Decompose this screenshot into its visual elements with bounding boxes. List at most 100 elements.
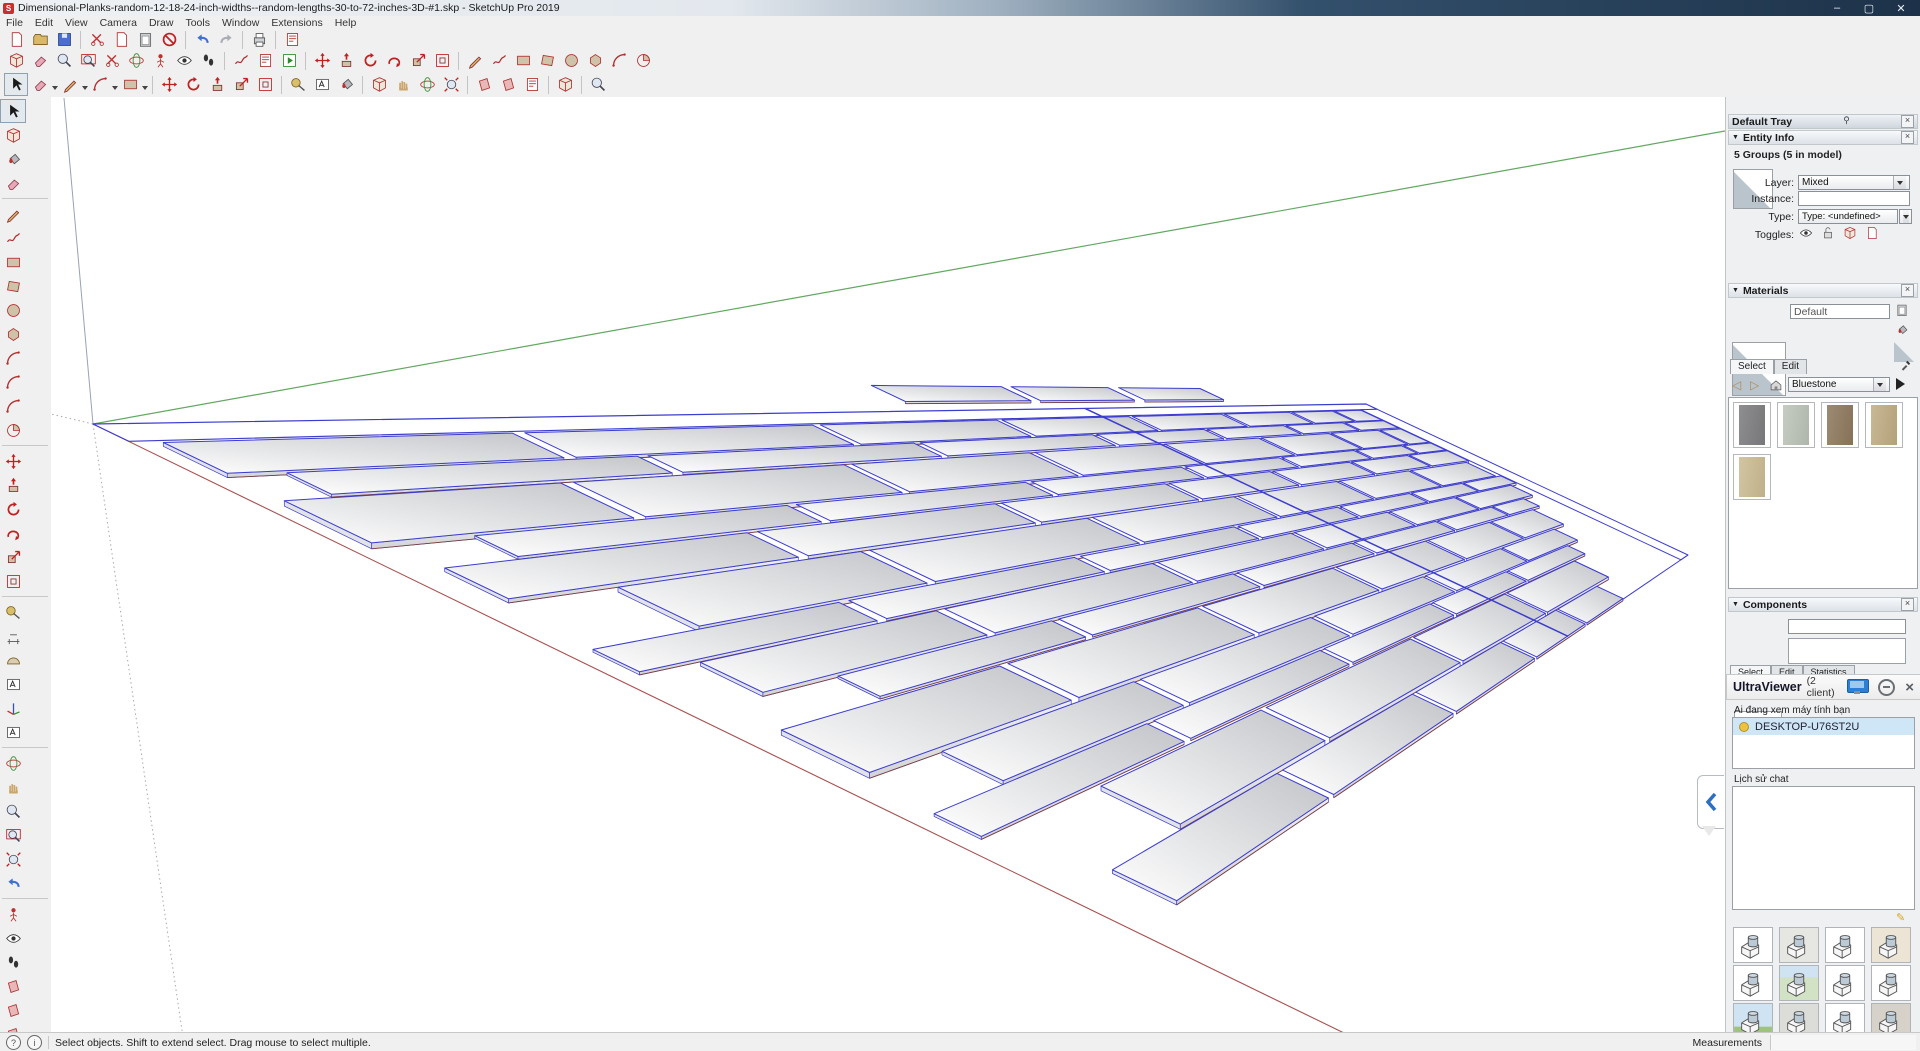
- type-dropdown-button[interactable]: [1899, 209, 1912, 224]
- rectangle-icon[interactable]: [511, 49, 535, 72]
- tape-measure-icon[interactable]: [0, 600, 26, 624]
- paste-icon[interactable]: [133, 28, 157, 51]
- help-circle-icon[interactable]: ?: [6, 1035, 21, 1050]
- section-display-icon[interactable]: [496, 73, 520, 96]
- warehouse-icon[interactable]: [553, 73, 577, 96]
- line-icon[interactable]: [0, 202, 26, 226]
- eraser-icon[interactable]: [28, 73, 52, 96]
- tab-statistics[interactable]: Statistics: [1803, 665, 1855, 674]
- select-icon[interactable]: [0, 99, 26, 123]
- close-button[interactable]: ✕: [1892, 2, 1910, 15]
- info-circle-icon[interactable]: i: [27, 1035, 42, 1050]
- move-icon[interactable]: [310, 49, 334, 72]
- scale-icon[interactable]: [229, 73, 253, 96]
- viewer-list-item[interactable]: DESKTOP-U76ST2U: [1733, 718, 1914, 735]
- tray-close-icon[interactable]: ×: [1901, 115, 1914, 128]
- zoom-window-icon[interactable]: [0, 823, 26, 847]
- model-info-icon[interactable]: [280, 28, 304, 51]
- position-camera-icon[interactable]: [0, 902, 26, 926]
- back-arrow-icon[interactable]: ◁: [1732, 378, 1741, 392]
- new-icon[interactable]: [4, 28, 28, 51]
- display-secondary-pane-icon[interactable]: [1894, 302, 1910, 318]
- circle-icon[interactable]: [0, 298, 26, 322]
- polygon-icon[interactable]: [0, 322, 26, 346]
- minimize-icon[interactable]: [1878, 679, 1895, 696]
- offset-icon[interactable]: [430, 49, 454, 72]
- offset-icon[interactable]: [253, 73, 277, 96]
- chat-history[interactable]: [1732, 786, 1915, 910]
- type-dropdown[interactable]: Type: <undefined>: [1798, 209, 1898, 224]
- print-icon[interactable]: [247, 28, 271, 51]
- polygon-icon[interactable]: [583, 49, 607, 72]
- paint-bucket-icon[interactable]: [334, 73, 358, 96]
- minimize-button[interactable]: –: [1828, 2, 1846, 15]
- previous-icon[interactable]: [0, 871, 26, 895]
- text-icon[interactable]: [0, 672, 26, 696]
- rotate-icon[interactable]: [181, 73, 205, 96]
- line-icon[interactable]: [58, 73, 82, 96]
- materials-close-icon[interactable]: ×: [1901, 284, 1914, 297]
- rotated-rectangle-icon[interactable]: [0, 274, 26, 298]
- style-thumbnail[interactable]: [1825, 965, 1865, 1001]
- push-pull-icon[interactable]: [205, 73, 229, 96]
- components-header[interactable]: ▼ Components ×: [1728, 597, 1918, 612]
- unlock-icon[interactable]: [1820, 225, 1836, 241]
- push-pull-icon[interactable]: [334, 49, 358, 72]
- rectangle-icon[interactable]: [0, 250, 26, 274]
- swatch-bluestone-tan[interactable]: [1865, 402, 1903, 448]
- position-camera-icon[interactable]: [148, 49, 172, 72]
- model-viewport[interactable]: [51, 97, 1725, 1032]
- create-material-icon[interactable]: [1894, 322, 1910, 338]
- redo-icon[interactable]: [214, 28, 238, 51]
- style-thumbnail[interactable]: [1871, 965, 1911, 1001]
- tape-measure-icon[interactable]: [286, 73, 310, 96]
- component-icon[interactable]: [367, 73, 391, 96]
- 3d-text-icon[interactable]: [0, 720, 26, 744]
- monitor-icon[interactable]: [1847, 679, 1869, 695]
- freehand-icon[interactable]: [0, 226, 26, 250]
- details-arrow-icon[interactable]: [1896, 378, 1911, 390]
- pie-icon[interactable]: [0, 418, 26, 442]
- move-icon[interactable]: [0, 449, 26, 473]
- style-thumbnail[interactable]: [1825, 927, 1865, 963]
- back-edges-icon[interactable]: [229, 49, 253, 72]
- eraser-icon[interactable]: [0, 171, 26, 195]
- copy-icon[interactable]: [109, 28, 133, 51]
- entity-info-close-icon[interactable]: ×: [1901, 131, 1914, 144]
- receive-shadows-icon[interactable]: [1842, 225, 1858, 241]
- pan-icon[interactable]: [391, 73, 415, 96]
- ultraviewer-title-bar[interactable]: UltraViewer (2 client) ×: [1726, 674, 1920, 700]
- close-icon[interactable]: ×: [1905, 679, 1914, 696]
- rotate-icon[interactable]: [358, 49, 382, 72]
- cut-plane-icon[interactable]: [100, 49, 124, 72]
- push-pull-icon[interactable]: [0, 473, 26, 497]
- eraser-icon[interactable]: [28, 49, 52, 72]
- erase-icon[interactable]: [157, 28, 181, 51]
- scenes-icon[interactable]: [520, 73, 544, 96]
- section-plane-icon[interactable]: [0, 974, 26, 998]
- style-thumbnail[interactable]: [1733, 927, 1773, 963]
- line-icon[interactable]: [463, 49, 487, 72]
- select-icon[interactable]: [4, 73, 28, 96]
- tab-select[interactable]: Select: [1730, 665, 1771, 674]
- style-thumbnail[interactable]: [1779, 927, 1819, 963]
- zoom-window-icon[interactable]: [76, 49, 100, 72]
- tab-edit[interactable]: Edit: [1771, 665, 1803, 674]
- chevron-down-icon[interactable]: [142, 86, 148, 93]
- swatch-bluestone-beige[interactable]: [1733, 454, 1771, 500]
- axes-icon[interactable]: [0, 696, 26, 720]
- orbit-icon[interactable]: [0, 751, 26, 775]
- look-around-icon[interactable]: [0, 926, 26, 950]
- materials-header[interactable]: ▼ Materials ×: [1728, 283, 1918, 298]
- menu-item-help[interactable]: Help: [329, 17, 363, 29]
- viewers-list[interactable]: DESKTOP-U76ST2U: [1732, 717, 1915, 769]
- follow-me-icon[interactable]: [0, 521, 26, 545]
- style-thumbnail[interactable]: [1871, 927, 1911, 963]
- circle-icon[interactable]: [559, 49, 583, 72]
- chevron-down-icon[interactable]: [1873, 378, 1886, 391]
- in-model-house-icon[interactable]: [1768, 377, 1784, 393]
- component-name-field[interactable]: [1788, 619, 1906, 634]
- visible-eye-icon[interactable]: [1798, 225, 1814, 241]
- tab-select[interactable]: Select: [1730, 359, 1774, 374]
- arc-icon[interactable]: [607, 49, 631, 72]
